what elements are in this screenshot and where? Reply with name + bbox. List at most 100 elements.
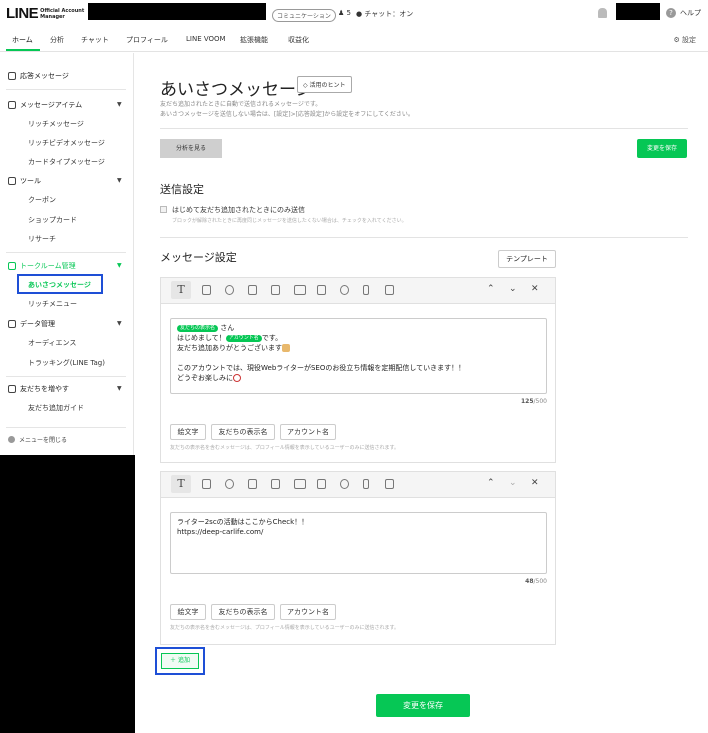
- tab-extensions[interactable]: 拡張機能: [240, 35, 268, 45]
- sidebar-divider: [6, 376, 126, 377]
- sidebar-item-tracking[interactable]: トラッキング(LINE Tag): [28, 358, 105, 368]
- thumbs-up-emoji-icon: [282, 344, 290, 352]
- talkroom-icon: [8, 262, 16, 270]
- sticker-icon[interactable]: [225, 285, 234, 295]
- hint-button[interactable]: ◇ 活用のヒント: [297, 76, 352, 93]
- tab-line-voom[interactable]: LINE VOOM: [186, 35, 226, 43]
- save-button[interactable]: 変更を保存: [376, 694, 470, 717]
- friend-count[interactable]: ♟ 5: [338, 9, 351, 17]
- sidebar-item-rich-menu[interactable]: リッチメニュー: [28, 299, 77, 309]
- line-logo[interactable]: LINE Official Account Manager: [6, 5, 84, 22]
- add-friend-icon: [8, 385, 16, 393]
- emoji-icon[interactable]: [340, 285, 349, 295]
- sidebar-item-auto-response[interactable]: 応答メッセージ: [8, 71, 69, 81]
- sidebar-group-talkroom[interactable]: トークルーム管理: [8, 261, 76, 271]
- message-textarea[interactable]: ライター2scの活動はここからCheck！！ https://deep-carl…: [170, 512, 547, 574]
- emoji-icon[interactable]: [340, 479, 349, 489]
- help-link[interactable]: ヘルプ: [680, 8, 701, 18]
- sidebar-divider: [6, 89, 126, 90]
- sidebar-group-data[interactable]: データ管理: [8, 319, 55, 329]
- sidebar-group-message-items[interactable]: メッセージアイテム: [8, 100, 82, 110]
- first-time-only-checkbox[interactable]: [160, 206, 167, 213]
- sidebar-group-tools[interactable]: ツール: [8, 176, 41, 186]
- insert-note: 友だちの表示名を含むメッセージは、プロフィール情報を表示しているユーザーのみに送…: [170, 445, 400, 451]
- sidebar-item-rich-message[interactable]: リッチメッセージ: [28, 119, 84, 129]
- sidebar-item-friend-guide[interactable]: 友だち追加ガイド: [28, 403, 84, 413]
- survey-icon[interactable]: [385, 285, 394, 295]
- chevron-down-icon[interactable]: ▼: [117, 101, 122, 108]
- move-up-icon[interactable]: ⌃: [487, 478, 495, 488]
- rich-message-icon[interactable]: [317, 285, 326, 295]
- chevron-down-icon[interactable]: ▼: [117, 177, 122, 184]
- insert-note: 友だちの表示名を含むメッセージは、プロフィール情報を表示しているユーザーのみに送…: [170, 625, 400, 631]
- page-description: 友だち追加されたときに自動で送信されるメッセージです。: [160, 101, 322, 108]
- tab-monetization[interactable]: 収益化: [288, 35, 309, 45]
- close-icon[interactable]: ✕: [531, 478, 539, 488]
- card-icon[interactable]: [294, 479, 306, 489]
- add-message-button[interactable]: ＋ 追加: [161, 653, 199, 669]
- insert-friend-name-button[interactable]: 友だちの表示名: [211, 604, 275, 620]
- sticker-icon[interactable]: [225, 479, 234, 489]
- move-down-icon[interactable]: ⌄: [509, 478, 517, 488]
- char-count: 48/500: [525, 578, 547, 585]
- redacted-account-name: [88, 3, 266, 20]
- survey-icon[interactable]: [385, 479, 394, 489]
- sidebar-item-research[interactable]: リサーチ: [28, 234, 56, 244]
- chevron-down-icon[interactable]: ▼: [117, 385, 122, 392]
- insert-account-name-button[interactable]: アカウント名: [280, 424, 336, 440]
- friend-name-tag: 友だちの表示名: [177, 324, 219, 332]
- sidebar-item-audience[interactable]: オーディエンス: [28, 338, 76, 348]
- image-icon[interactable]: [202, 479, 211, 489]
- settings-link[interactable]: ⚙ 設定: [673, 35, 696, 45]
- message-card: T ⌃ ⌄ ✕ 友だちの表示名 さん はじめまして！ アカウント名 です。 友だち追…: [160, 277, 556, 463]
- message-textarea[interactable]: 友だちの表示名 さん はじめまして！ アカウント名 です。 友だち追加ありがとうござ…: [170, 318, 547, 394]
- video-icon[interactable]: [271, 285, 280, 295]
- close-menu-button[interactable]: メニューを閉じる: [8, 435, 67, 444]
- insert-account-name-button[interactable]: アカウント名: [280, 604, 336, 620]
- chevron-down-icon[interactable]: ▼: [117, 262, 122, 269]
- divider: [160, 237, 688, 238]
- coupon-icon[interactable]: [248, 479, 257, 489]
- move-down-icon[interactable]: ⌄: [509, 284, 517, 294]
- analysis-button[interactable]: 分析を見る: [160, 139, 222, 158]
- sidebar-item-rich-video-message[interactable]: リッチビデオメッセージ: [28, 138, 105, 148]
- sidebar-group-grow-friends[interactable]: 友だちを増やす: [8, 384, 69, 394]
- chat-bubble-icon: [8, 72, 16, 80]
- insert-friend-name-button[interactable]: 友だちの表示名: [211, 424, 275, 440]
- template-button[interactable]: テンプレート: [498, 250, 556, 268]
- sidebar-item-shop-card[interactable]: ショップカード: [28, 215, 77, 225]
- chat-status[interactable]: ● チャット：オン: [356, 9, 413, 19]
- image-icon[interactable]: [202, 285, 211, 295]
- sidebar-item-coupon[interactable]: クーポン: [28, 195, 56, 205]
- tab-home[interactable]: ホーム: [12, 35, 33, 45]
- sidebar-item-card-message[interactable]: カードタイプメッセージ: [28, 157, 105, 167]
- text-type-icon[interactable]: T: [171, 475, 191, 493]
- checkbox-label[interactable]: はじめて友だち追加されたときにのみ送信: [172, 205, 305, 215]
- sidebar-item-greeting-message[interactable]: あいさつメッセージ: [17, 274, 103, 294]
- insert-emoji-button[interactable]: 絵文字: [170, 604, 206, 620]
- card-icon[interactable]: [294, 285, 306, 295]
- microphone-icon[interactable]: [363, 285, 369, 295]
- text-type-icon[interactable]: T: [171, 281, 191, 299]
- close-icon[interactable]: ✕: [531, 284, 539, 294]
- coupon-icon[interactable]: [248, 285, 257, 295]
- database-icon: [8, 320, 16, 328]
- save-button-top[interactable]: 変更を保存: [637, 139, 687, 158]
- message-toolbar: T ⌃ ⌄ ✕: [161, 278, 555, 304]
- rich-message-icon[interactable]: [317, 479, 326, 489]
- video-icon[interactable]: [271, 479, 280, 489]
- add-highlight: ＋ 追加: [155, 647, 205, 675]
- tab-analytics[interactable]: 分析: [50, 35, 64, 45]
- divider: [160, 128, 688, 129]
- bell-icon[interactable]: [598, 8, 607, 18]
- top-bar: LINE Official Account Manager コミュニケーション ♟…: [0, 0, 708, 26]
- insert-emoji-button[interactable]: 絵文字: [170, 424, 206, 440]
- tab-profile[interactable]: プロフィール: [126, 35, 168, 45]
- main-nav: ホーム 分析 チャット プロフィール LINE VOOM 拡張機能 収益化 ⚙ …: [0, 28, 708, 52]
- smile-emoji-icon: [233, 374, 241, 382]
- help-icon[interactable]: ?: [666, 8, 676, 18]
- tab-chat[interactable]: チャット: [81, 35, 109, 45]
- chevron-down-icon[interactable]: ▼: [117, 320, 122, 327]
- microphone-icon[interactable]: [363, 479, 369, 489]
- move-up-icon[interactable]: ⌃: [487, 284, 495, 294]
